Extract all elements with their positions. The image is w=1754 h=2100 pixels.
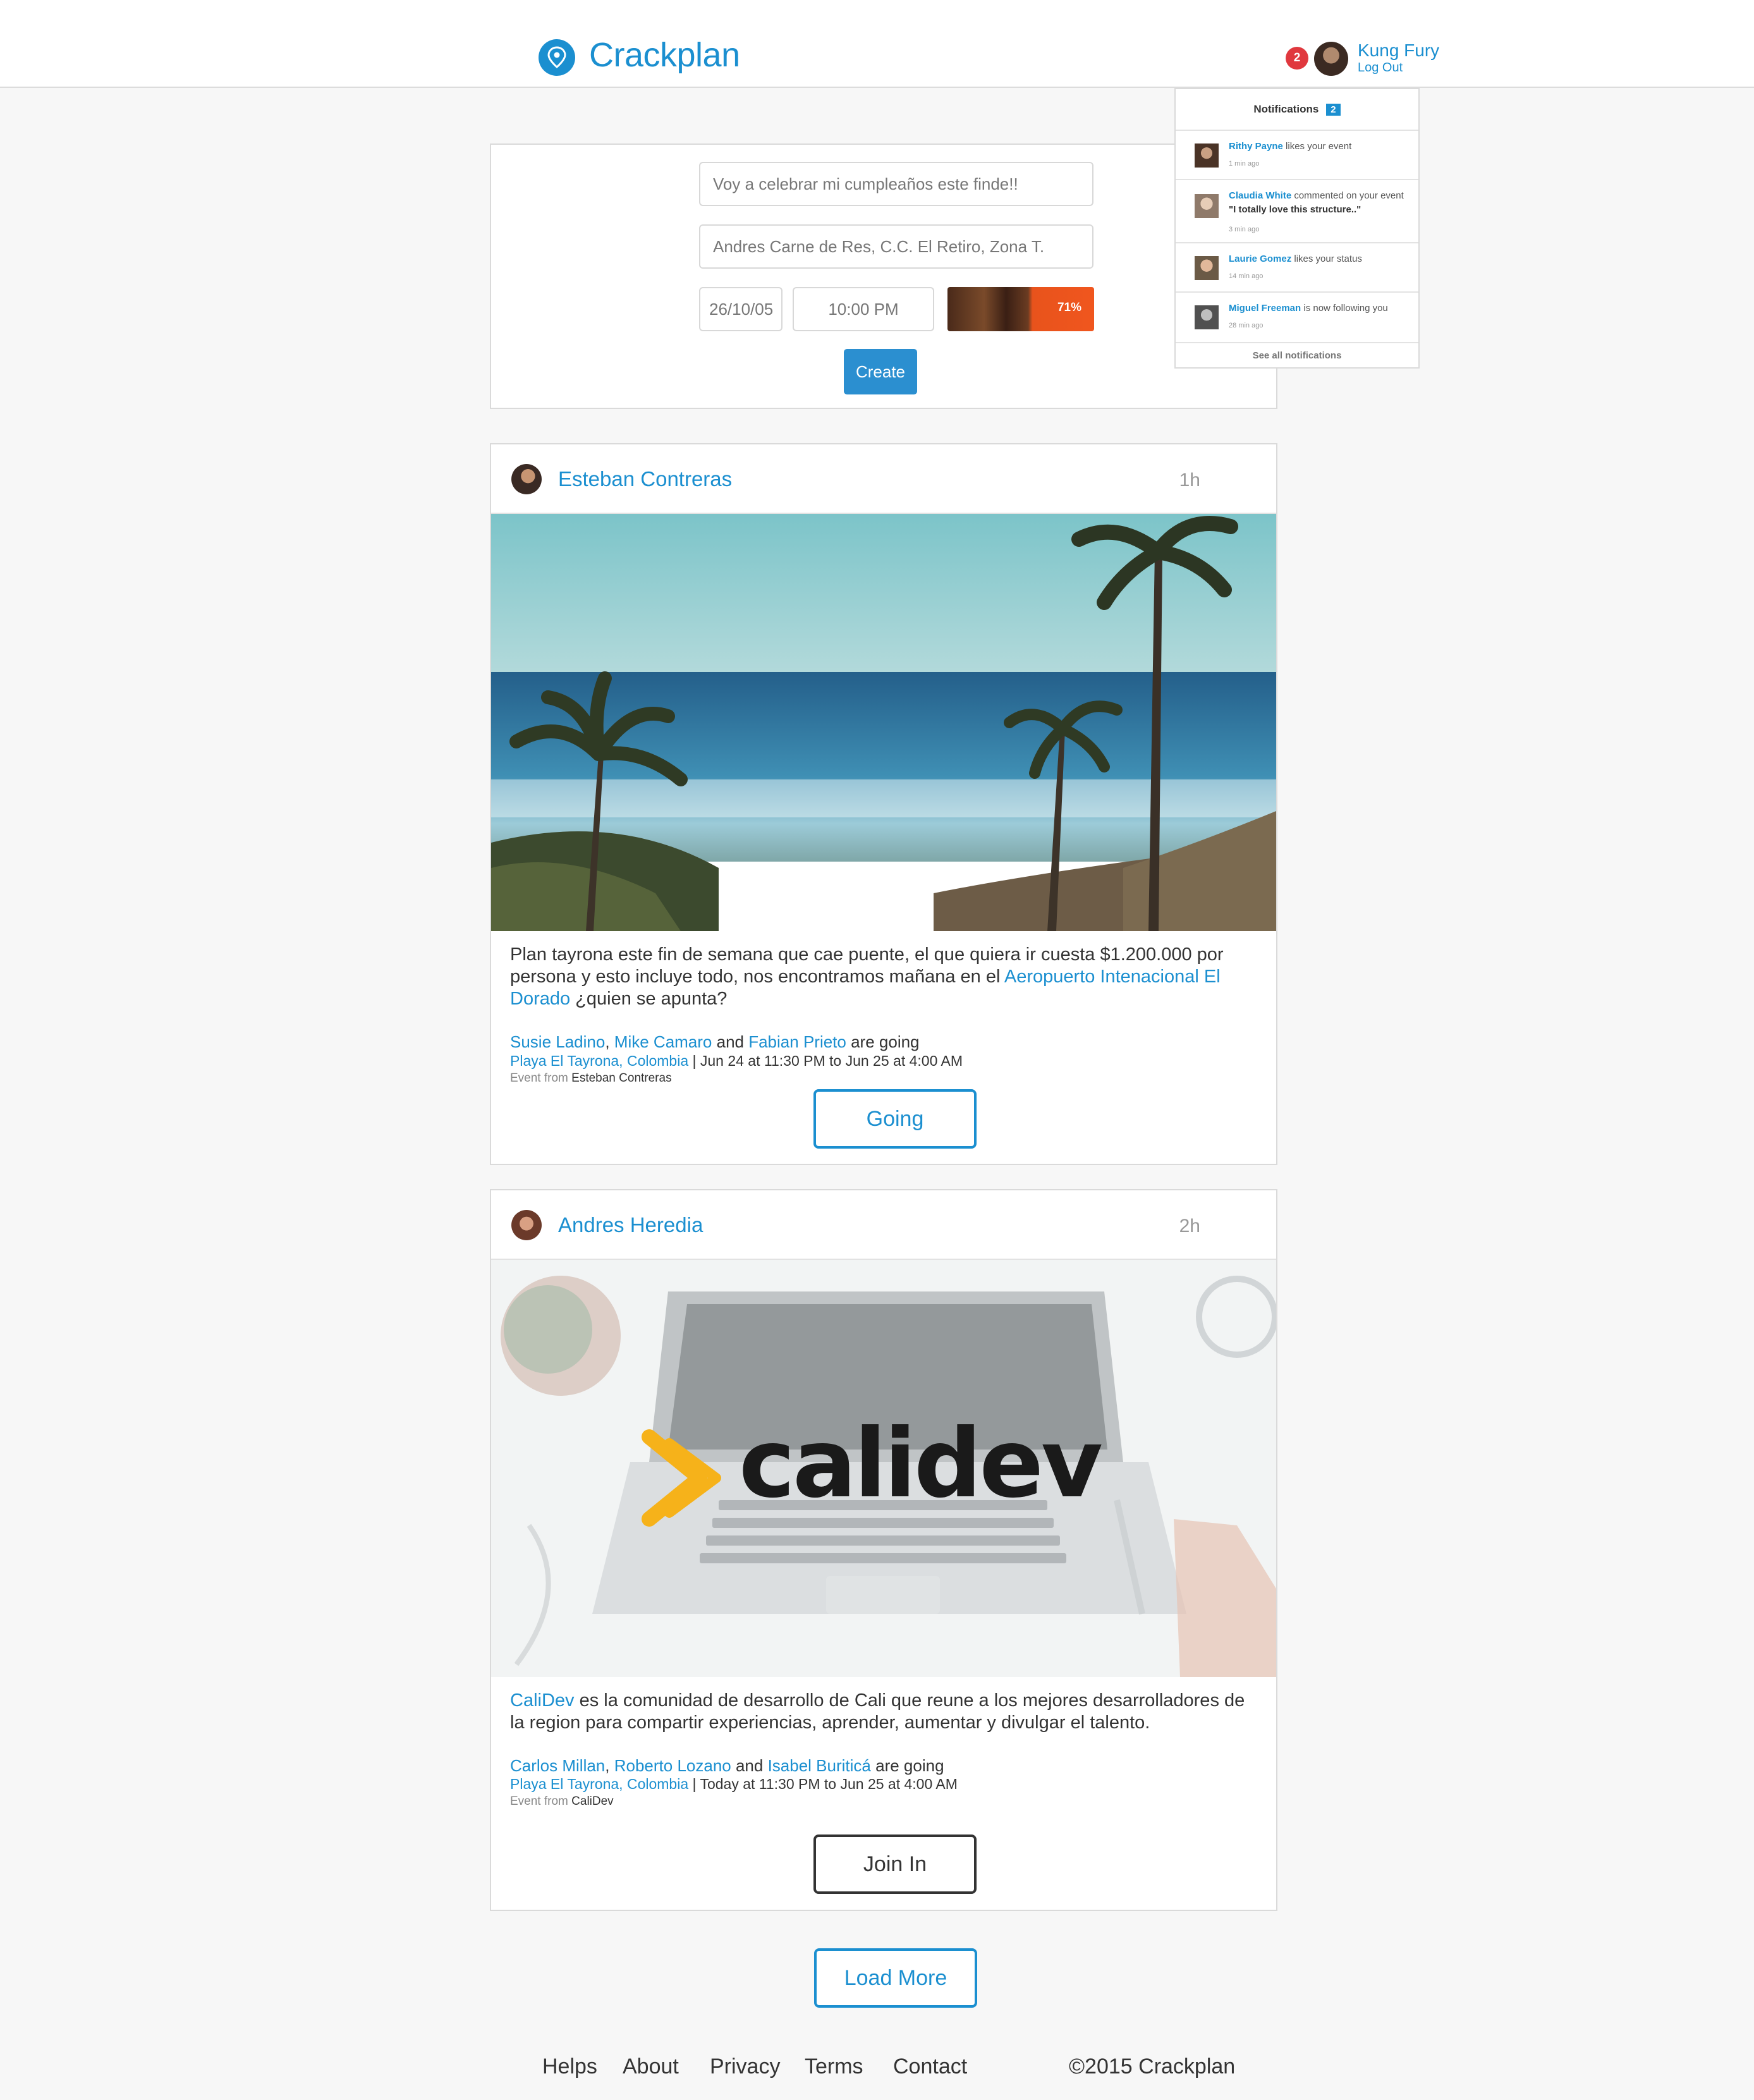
notification-item[interactable]: Rithy Payne likes your event 1 min ago [1176,131,1418,180]
post-text: Plan tayrona este fin de semana que cae … [510,944,1250,1010]
event-when: | Jun 24 at 11:30 PM to Jun 25 at 4:00 A… [688,1053,963,1069]
notification-text: commented on your event [1291,190,1404,201]
going-attendees: Carlos Millan, Roberto Lozano and Isabel… [510,1756,944,1776]
post-card: Andres Heredia 2h calidev CaliDev es la … [490,1189,1277,1911]
going-suffix: are going [870,1756,944,1775]
event-title-input[interactable]: Voy a celebrar mi cumpleaños este finde!… [699,162,1093,206]
event-from-name[interactable]: CaliDev [571,1795,614,1808]
logout-link[interactable]: Log Out [1358,61,1403,75]
event-meta: Playa El Tayrona, Colombia | Jun 24 at 1… [510,1053,963,1070]
event-from: Event from Esteban Contreras [510,1071,672,1085]
event-from-label: Event from [510,1071,572,1085]
notification-avatar [1195,305,1219,329]
event-place-link[interactable]: Playa El Tayrona, Colombia [510,1053,688,1069]
load-more-button[interactable]: Load More [814,1948,977,2008]
footer-link-about[interactable]: About [623,2054,679,2079]
notification-time: 14 min ago [1229,272,1264,280]
post-text: CaliDev es la comunidad de desarrollo de… [510,1690,1250,1734]
event-from: Event from CaliDev [510,1795,614,1809]
event-place-input[interactable]: Andres Carne de Res, C.C. El Retiro, Zon… [699,224,1093,269]
separator: and [712,1032,749,1051]
footer-link-terms[interactable]: Terms [805,2054,863,2079]
going-attendees: Susie Ladino, Mike Camaro and Fabian Pri… [510,1032,920,1052]
notification-time: 1 min ago [1229,160,1260,168]
image-upload-progress[interactable]: 71% [947,287,1094,331]
attendee-link[interactable]: Mike Camaro [614,1032,712,1051]
post-card: Esteban Contreras 1h Plan tayrona este f… [490,443,1277,1165]
beach-photo[interactable] [491,514,1276,931]
footer-link-privacy[interactable]: Privacy [710,2054,780,2079]
notification-time: 28 min ago [1229,322,1264,329]
brand-name[interactable]: Crackplan [589,35,740,75]
top-navbar: Crackplan 2 Kung Fury Log Out [0,0,1754,88]
post-header: Esteban Contreras 1h [491,444,1276,514]
notification-item[interactable]: Miguel Freeman is now following you 28 m… [1176,293,1418,343]
event-time-input[interactable]: 10:00 PM [793,287,934,331]
notifications-count-badge: 2 [1326,103,1341,116]
attendee-link[interactable]: Carlos Millan [510,1756,605,1775]
event-from-label: Event from [510,1795,572,1808]
group-link[interactable]: CaliDev [510,1690,575,1711]
notification-item[interactable]: Laurie Gomez likes your status 14 min ag… [1176,243,1418,293]
create-button[interactable]: Create [844,349,917,394]
notification-count-badge[interactable]: 2 [1286,47,1308,70]
see-all-notifications-link[interactable]: See all notifications [1176,343,1418,367]
attendee-link[interactable]: Fabian Prieto [748,1032,846,1051]
calidev-logo-text: calidev [739,1409,1103,1519]
notification-user[interactable]: Laurie Gomez [1229,253,1291,264]
notification-text: likes your status [1291,253,1362,264]
notification-user[interactable]: Claudia White [1229,190,1291,201]
notification-text: is now following you [1301,303,1388,314]
join-in-button[interactable]: Join In [813,1834,977,1894]
post-author-link[interactable]: Andres Heredia [558,1213,703,1237]
event-when: | Today at 11:30 PM to Jun 25 at 4:00 AM [688,1776,958,1792]
notification-item[interactable]: Claudia White commented on your event "I… [1176,180,1418,243]
notifications-title: Notifications [1253,103,1319,115]
notification-avatar [1195,143,1219,168]
separator: and [731,1756,768,1775]
post-text-part: es la comunidad de desarrollo de Cali qu… [510,1690,1245,1733]
attendee-link[interactable]: Susie Ladino [510,1032,605,1051]
footer-link-contact[interactable]: Contact [893,2054,967,2079]
author-avatar[interactable] [511,1210,542,1240]
going-suffix: are going [846,1032,920,1051]
create-event-card: Voy a celebrar mi cumpleaños este finde!… [490,143,1277,409]
upload-progress-label: 71% [1057,301,1081,314]
going-button[interactable]: Going [813,1089,977,1149]
notification-user[interactable]: Rithy Payne [1229,141,1283,152]
post-header: Andres Heredia 2h [491,1190,1276,1260]
notification-time: 3 min ago [1229,226,1260,233]
post-timestamp: 1h [1179,470,1200,491]
notification-avatar [1195,194,1219,218]
notification-user[interactable]: Miguel Freeman [1229,303,1301,314]
user-name-link[interactable]: Kung Fury [1358,40,1439,61]
event-from-name[interactable]: Esteban Contreras [571,1071,671,1085]
attendee-link[interactable]: Isabel Buriticá [768,1756,871,1775]
location-pin-logo-icon[interactable] [539,39,575,76]
attendee-link[interactable]: Roberto Lozano [614,1756,731,1775]
post-text-part: ¿quien se apunta? [570,989,728,1009]
footer-copyright: ©2015 Crackplan [1069,2054,1236,2079]
author-avatar[interactable] [511,464,542,494]
user-avatar[interactable] [1314,42,1348,76]
event-meta: Playa El Tayrona, Colombia | Today at 11… [510,1776,958,1793]
notification-text: likes your event [1282,141,1352,152]
post-timestamp: 2h [1179,1216,1200,1236]
notifications-dropdown: Notifications 2 Rithy Payne likes your e… [1174,88,1420,369]
notifications-header: Notifications 2 [1176,89,1418,131]
notification-avatar [1195,256,1219,280]
separator: , [605,1756,614,1775]
notification-quote: "I totally love this structure.." [1229,204,1361,215]
event-date-input[interactable]: 26/10/05 [699,287,783,331]
calidev-photo[interactable]: calidev [491,1260,1276,1677]
event-place-link[interactable]: Playa El Tayrona, Colombia [510,1776,688,1792]
separator: , [605,1032,614,1051]
post-author-link[interactable]: Esteban Contreras [558,467,732,491]
footer-link-helps[interactable]: Helps [542,2054,597,2079]
